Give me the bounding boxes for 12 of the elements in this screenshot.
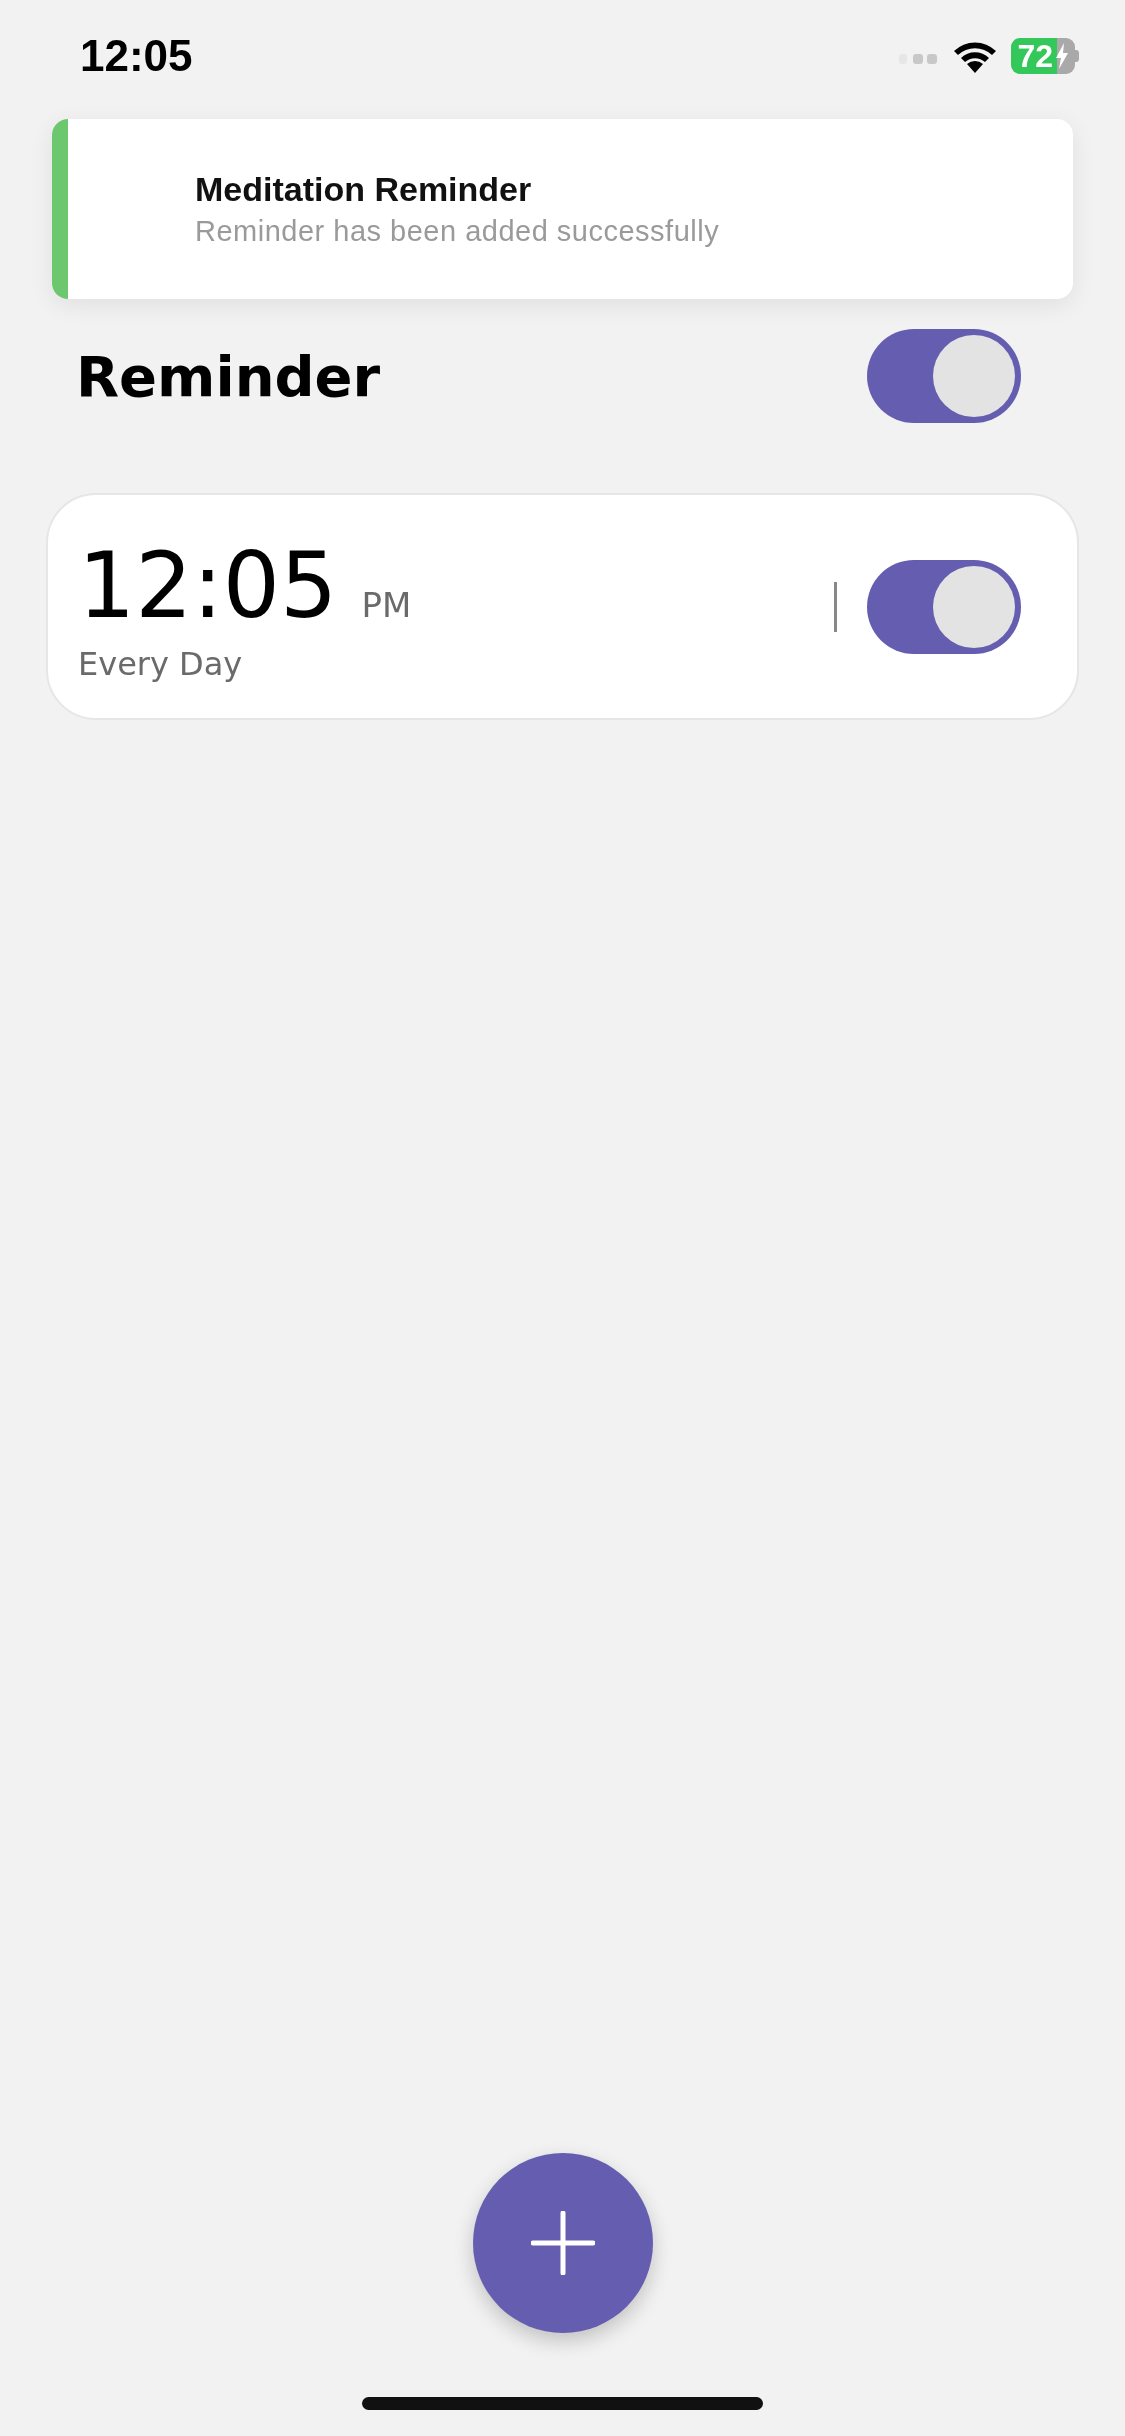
toast-title: Meditation Reminder <box>195 170 533 209</box>
reminder-period: PM <box>361 584 412 625</box>
status-time: 12:05 <box>80 31 193 81</box>
toast-message: Reminder has been added successfully <box>195 215 720 248</box>
wifi-icon <box>953 39 998 73</box>
page-title: Reminder <box>76 343 381 409</box>
charging-bolt-icon <box>1055 43 1069 69</box>
battery-level: 72 <box>1017 37 1053 75</box>
reminder-repeat: Every Day <box>78 644 244 683</box>
reminder-time: 12:05 <box>78 540 338 631</box>
reminder-card[interactable]: 12:05 PM Every Day <box>46 493 1079 720</box>
plus-icon <box>530 2211 595 2275</box>
